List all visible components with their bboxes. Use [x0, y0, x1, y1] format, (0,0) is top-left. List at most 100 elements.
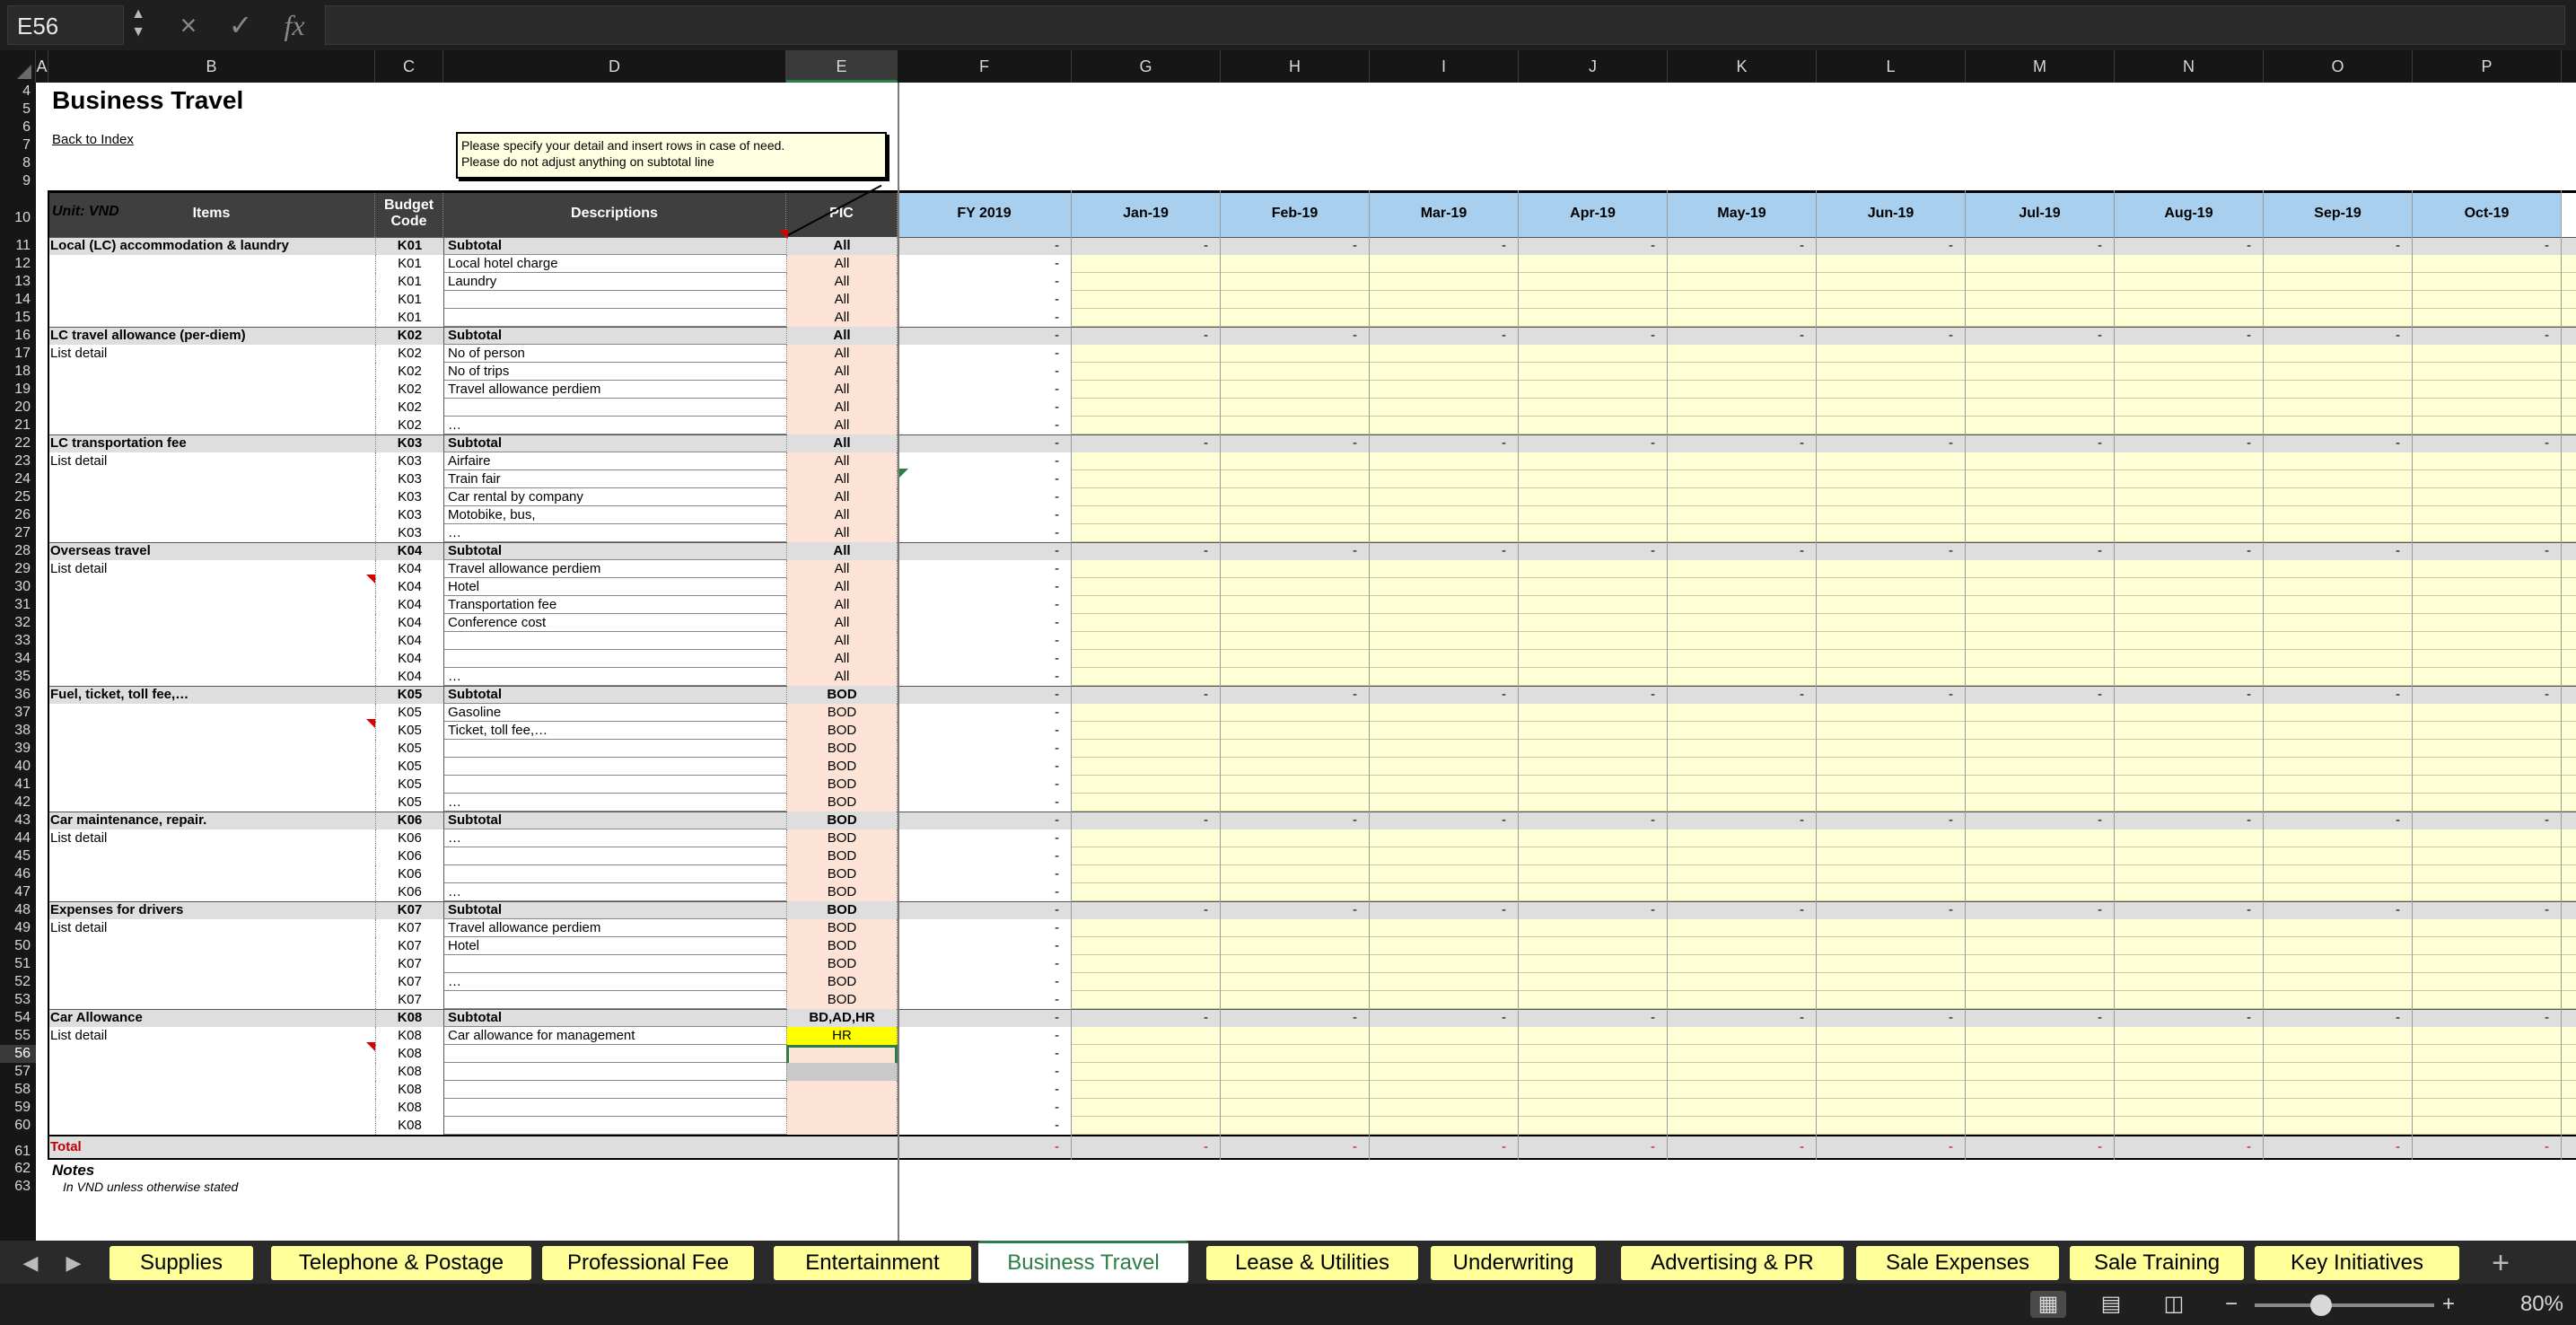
input-area[interactable] — [1072, 309, 2576, 327]
description-cell[interactable]: Train fair — [443, 470, 786, 488]
input-area[interactable] — [1072, 847, 2576, 865]
row-header-31[interactable]: 31 — [0, 596, 36, 614]
sheet-tab-sale-expenses[interactable]: Sale Expenses — [1856, 1246, 2059, 1280]
zoom-slider-track[interactable] — [2255, 1303, 2434, 1307]
pic-cell[interactable]: BOD — [786, 758, 898, 776]
pic-cell[interactable]: BOD — [786, 973, 898, 991]
pic-cell[interactable]: All — [786, 668, 898, 686]
row-header-10[interactable]: 10 — [0, 190, 36, 237]
row-header-49[interactable]: 49 — [0, 919, 36, 937]
zoom-in-icon[interactable]: + — [2431, 1291, 2466, 1318]
column-header-h[interactable]: H — [1221, 50, 1370, 83]
description-cell[interactable] — [443, 309, 786, 327]
description-cell[interactable]: Hotel — [443, 937, 786, 955]
sheet-tab-advertising-pr[interactable]: Advertising & PR — [1621, 1246, 1844, 1280]
pic-cell[interactable]: All — [786, 345, 898, 363]
column-header-b[interactable]: B — [48, 50, 375, 83]
pic-cell[interactable]: All — [786, 399, 898, 417]
description-cell[interactable] — [443, 632, 786, 650]
description-cell[interactable]: Travel allowance perdiem — [443, 381, 786, 399]
row-header-50[interactable]: 50 — [0, 937, 36, 955]
row-header-60[interactable]: 60 — [0, 1117, 36, 1135]
row-header-51[interactable]: 51 — [0, 955, 36, 973]
row-header-14[interactable]: 14 — [0, 291, 36, 309]
description-cell[interactable] — [443, 740, 786, 758]
description-cell[interactable] — [443, 291, 786, 309]
input-area[interactable] — [1072, 758, 2576, 776]
pic-cell[interactable] — [786, 1063, 898, 1081]
add-sheet-button[interactable]: + — [2474, 1246, 2528, 1280]
row-header-32[interactable]: 32 — [0, 614, 36, 632]
column-header-o[interactable]: O — [2264, 50, 2413, 83]
row-header-30[interactable]: 30 — [0, 578, 36, 596]
input-area[interactable] — [1072, 829, 2576, 847]
spreadsheet-grid[interactable]: 4 5 6 7 8 9 10 11 12 13 14 15 16 17 18 19 20 21 22 23 24 25 26… — [0, 83, 2576, 1241]
sheet-tab-entertainment[interactable]: Entertainment — [774, 1246, 971, 1280]
row-header-5[interactable]: 5 — [0, 101, 36, 118]
input-area[interactable] — [1072, 650, 2576, 668]
prev-sheet-icon[interactable]: ◀ — [13, 1246, 48, 1280]
column-header-n[interactable]: N — [2115, 50, 2264, 83]
row-header-6[interactable]: 6 — [0, 118, 36, 136]
pic-cell[interactable]: BOD — [786, 722, 898, 740]
description-cell[interactable]: Hotel — [443, 578, 786, 596]
column-header-l[interactable]: L — [1817, 50, 1966, 83]
input-area[interactable] — [1072, 1045, 2576, 1063]
row-header-52[interactable]: 52 — [0, 973, 36, 991]
input-area[interactable] — [1072, 291, 2576, 309]
pic-cell[interactable]: All — [786, 309, 898, 327]
pic-cell[interactable]: All — [786, 327, 898, 345]
description-cell[interactable]: … — [443, 524, 786, 542]
pic-cell[interactable]: BOD — [786, 829, 898, 847]
pic-cell[interactable] — [786, 1099, 898, 1117]
pic-cell[interactable]: All — [786, 524, 898, 542]
description-cell[interactable]: … — [443, 417, 786, 434]
pic-cell[interactable]: All — [786, 255, 898, 273]
pic-cell[interactable] — [786, 1081, 898, 1099]
row-header-25[interactable]: 25 — [0, 488, 36, 506]
row-header-42[interactable]: 42 — [0, 794, 36, 812]
row-header-22[interactable]: 22 — [0, 434, 36, 452]
function-icon[interactable]: fx — [278, 7, 311, 43]
pic-cell[interactable]: BOD — [786, 740, 898, 758]
description-cell[interactable] — [443, 650, 786, 668]
input-area[interactable] — [1072, 955, 2576, 973]
pic-cell[interactable]: All — [786, 363, 898, 381]
normal-view-icon[interactable]: ▦ — [2030, 1291, 2066, 1318]
description-cell[interactable] — [443, 1081, 786, 1099]
description-cell[interactable]: … — [443, 794, 786, 812]
row-header-38[interactable]: 38 — [0, 722, 36, 740]
pic-cell[interactable]: All — [786, 488, 898, 506]
column-header-c[interactable]: C — [375, 50, 443, 83]
pic-cell[interactable]: BOD — [786, 776, 898, 794]
description-cell[interactable]: Motobike, bus, — [443, 506, 786, 524]
input-area[interactable] — [1072, 937, 2576, 955]
description-cell[interactable]: Transportation fee — [443, 596, 786, 614]
description-cell[interactable]: Subtotal — [443, 434, 786, 452]
cancel-icon[interactable]: × — [172, 7, 205, 43]
formula-input[interactable] — [325, 5, 2565, 45]
row-header-61[interactable]: 61 — [0, 1135, 36, 1160]
confirm-icon[interactable]: ✓ — [224, 7, 257, 43]
row-header-47[interactable]: 47 — [0, 883, 36, 901]
description-cell[interactable] — [443, 847, 786, 865]
zoom-slider-thumb[interactable] — [2310, 1294, 2332, 1316]
row-header-18[interactable]: 18 — [0, 363, 36, 381]
description-cell[interactable]: Conference cost — [443, 614, 786, 632]
input-area[interactable] — [1072, 1081, 2576, 1099]
row-header-55[interactable]: 55 — [0, 1027, 36, 1045]
description-cell[interactable] — [443, 1099, 786, 1117]
pic-cell[interactable]: All — [786, 578, 898, 596]
input-area[interactable] — [1072, 273, 2576, 291]
pic-cell[interactable]: BOD — [786, 865, 898, 883]
row-header-11[interactable]: 11 — [0, 237, 36, 255]
pic-cell[interactable]: BOD — [786, 847, 898, 865]
row-header-29[interactable]: 29 — [0, 560, 36, 578]
column-header-a[interactable]: A — [36, 50, 48, 83]
row-header-54[interactable]: 54 — [0, 1009, 36, 1027]
description-cell[interactable]: No of person — [443, 345, 786, 363]
description-cell[interactable]: Local hotel charge — [443, 255, 786, 273]
row-header-26[interactable]: 26 — [0, 506, 36, 524]
pic-cell[interactable]: All — [786, 506, 898, 524]
input-area[interactable] — [1072, 991, 2576, 1009]
